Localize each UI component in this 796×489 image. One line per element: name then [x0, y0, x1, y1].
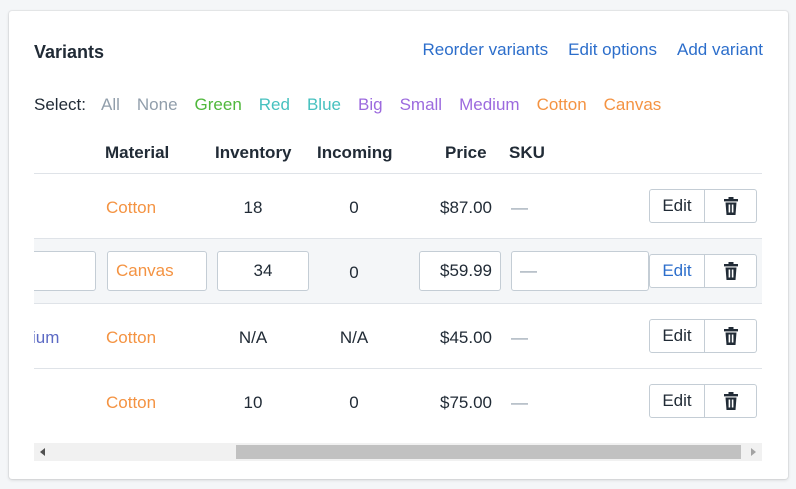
incoming-cell: 0	[349, 263, 359, 282]
row-actions: Edit	[649, 384, 757, 418]
select-all[interactable]: All	[101, 95, 120, 115]
add-variant-link[interactable]: Add variant	[677, 40, 763, 60]
select-cotton[interactable]: Cotton	[537, 95, 587, 115]
price-cell: $75.00	[440, 393, 492, 412]
reorder-variants-link[interactable]: Reorder variants	[422, 40, 548, 60]
inventory-input[interactable]: 34	[217, 251, 309, 291]
delete-button[interactable]	[705, 384, 757, 418]
delete-button[interactable]	[705, 254, 757, 288]
edit-options-link[interactable]: Edit options	[568, 40, 657, 60]
select-small[interactable]: Small	[400, 95, 443, 115]
scroll-left-arrow-icon[interactable]	[40, 448, 45, 456]
incoming-cell: 0	[349, 393, 359, 412]
header-incoming: Incoming	[317, 143, 393, 162]
sku-cell: —	[511, 198, 528, 217]
table-row: ium Cotton N/A N/A $45.00 — Edit	[34, 304, 762, 369]
card-title: Variants	[34, 42, 105, 62]
trash-icon	[723, 197, 738, 215]
trash-icon	[723, 262, 738, 280]
edit-button[interactable]: Edit	[649, 254, 705, 288]
edit-button[interactable]: Edit	[649, 384, 705, 418]
material-cell: Cotton	[106, 198, 157, 217]
trash-icon	[723, 327, 738, 345]
horizontal-scrollbar[interactable]	[34, 443, 762, 461]
price-cell: $45.00	[440, 328, 492, 347]
sku-input[interactable]: —	[511, 251, 649, 291]
trash-icon	[723, 392, 738, 410]
row-actions: Edit	[649, 319, 757, 353]
row-actions: Edit	[649, 189, 757, 223]
delete-button[interactable]	[705, 319, 757, 353]
header-inventory: Inventory	[215, 143, 292, 162]
header-price: Price	[445, 143, 487, 162]
variants-card: Variants Reorder variants Edit options A…	[9, 11, 788, 479]
material-cell: Cotton	[106, 393, 157, 412]
size-input[interactable]: l	[34, 251, 96, 291]
table-header: Material Inventory Incoming Price SKU	[34, 138, 762, 174]
price-cell: $87.00	[440, 198, 492, 217]
incoming-cell: N/A	[339, 328, 369, 347]
size-cell: ium	[34, 328, 60, 347]
table-row: Cotton 10 0 $75.00 — Edit	[34, 369, 762, 434]
material-input[interactable]: Canvas	[107, 251, 207, 291]
sku-cell: —	[511, 393, 528, 412]
header-sku: SKU	[509, 143, 545, 162]
select-none[interactable]: None	[137, 95, 178, 115]
select-filter: Select: All None Green Red Blue Big Smal…	[34, 95, 678, 115]
select-blue[interactable]: Blue	[307, 95, 341, 115]
header-material: Material	[105, 143, 170, 162]
scroll-right-arrow-icon[interactable]	[751, 448, 756, 456]
table-row: l Canvas 34 0 $59.99 — Edit	[34, 239, 762, 304]
card-header-actions: Reorder variants Edit options Add varian…	[422, 40, 763, 60]
price-input[interactable]: $59.99	[419, 251, 501, 291]
select-green[interactable]: Green	[195, 95, 242, 115]
select-red[interactable]: Red	[259, 95, 290, 115]
scroll-thumb[interactable]	[236, 445, 741, 459]
edit-button[interactable]: Edit	[649, 189, 705, 223]
variants-table: Material Inventory Incoming Price SKU Co…	[34, 138, 762, 450]
inventory-cell: 10	[243, 393, 263, 412]
delete-button[interactable]	[705, 189, 757, 223]
sku-cell: —	[511, 328, 528, 347]
select-big[interactable]: Big	[358, 95, 383, 115]
edit-button[interactable]: Edit	[649, 319, 705, 353]
row-actions: Edit	[649, 254, 757, 288]
table-row: Cotton 18 0 $87.00 — Edit	[34, 174, 762, 239]
inventory-cell: 18	[243, 198, 263, 217]
material-cell: Cotton	[106, 328, 157, 347]
select-medium[interactable]: Medium	[459, 95, 519, 115]
inventory-cell: N/A	[238, 328, 268, 347]
incoming-cell: 0	[349, 198, 359, 217]
select-canvas[interactable]: Canvas	[604, 95, 662, 115]
select-label: Select:	[34, 95, 86, 114]
